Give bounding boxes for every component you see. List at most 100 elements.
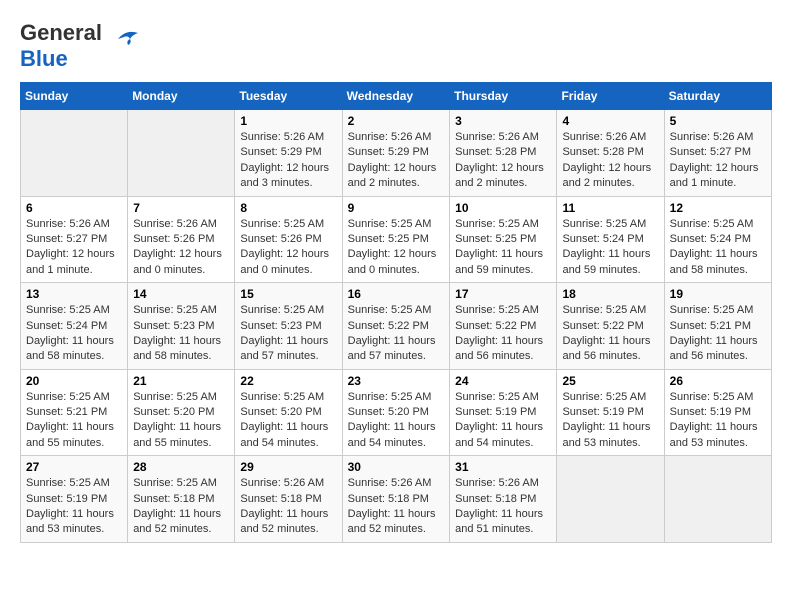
day-number: 13: [26, 287, 122, 301]
calendar-cell: 3Sunrise: 5:26 AM Sunset: 5:28 PM Daylig…: [450, 110, 557, 197]
day-info: Sunrise: 5:25 AM Sunset: 5:22 PM Dayligh…: [348, 303, 445, 365]
day-info: Sunrise: 5:26 AM Sunset: 5:18 PM Dayligh…: [455, 476, 551, 538]
day-info: Sunrise: 5:25 AM Sunset: 5:21 PM Dayligh…: [26, 390, 122, 452]
calendar-cell: 11Sunrise: 5:25 AM Sunset: 5:24 PM Dayli…: [557, 196, 664, 283]
calendar-cell: 9 Sunrise: 5:25 AM Sunset: 5:25 PM Daylig…: [342, 196, 450, 283]
day-info: Sunrise: 5:26 AM Sunset: 5:29 PM Dayligh…: [348, 130, 445, 192]
calendar-week-row: 1 Sunrise: 5:26 AM Sunset: 5:29 PM Daylig…: [21, 110, 772, 197]
day-number: 8: [240, 201, 336, 215]
calendar-cell: 14 Sunrise: 5:25 AM Sunset: 5:23 PM Dayli…: [128, 283, 235, 370]
calendar-cell: 30Sunrise: 5:26 AM Sunset: 5:18 PM Dayli…: [342, 456, 450, 543]
day-number: 20: [26, 374, 122, 388]
calendar-cell: 17 Sunrise: 5:25 AM Sunset: 5:22 PM Dayli…: [450, 283, 557, 370]
day-number: 2: [348, 114, 445, 128]
weekday-header-sunday: Sunday: [21, 83, 128, 110]
day-number: 22: [240, 374, 336, 388]
day-info: Sunrise: 5:25 AM Sunset: 5:25 PM Dayligh…: [455, 217, 551, 279]
calendar-cell: 21 Sunrise: 5:25 AM Sunset: 5:20 PM Dayli…: [128, 369, 235, 456]
day-info: Sunrise: 5:25 AM Sunset: 5:22 PM Dayligh…: [562, 303, 658, 365]
calendar-cell: 4 Sunrise: 5:26 AM Sunset: 5:28 PM Daylig…: [557, 110, 664, 197]
calendar-cell: 31 Sunrise: 5:26 AM Sunset: 5:18 PM Dayli…: [450, 456, 557, 543]
weekday-header-tuesday: Tuesday: [235, 83, 342, 110]
day-number: 16: [348, 287, 445, 301]
calendar-cell: 7Sunrise: 5:26 AM Sunset: 5:26 PM Daylig…: [128, 196, 235, 283]
day-number: 3: [455, 114, 551, 128]
calendar-week-row: 6 Sunrise: 5:26 AM Sunset: 5:27 PM Daylig…: [21, 196, 772, 283]
calendar-cell: 12Sunrise: 5:25 AM Sunset: 5:24 PM Dayli…: [664, 196, 771, 283]
day-number: 12: [670, 201, 766, 215]
weekday-header-saturday: Saturday: [664, 83, 771, 110]
day-info: Sunrise: 5:26 AM Sunset: 5:27 PM Dayligh…: [26, 217, 122, 279]
weekday-header-thursday: Thursday: [450, 83, 557, 110]
calendar-cell: 15Sunrise: 5:25 AM Sunset: 5:23 PM Dayli…: [235, 283, 342, 370]
day-info: Sunrise: 5:25 AM Sunset: 5:20 PM Dayligh…: [133, 390, 229, 452]
calendar-cell: 5 Sunrise: 5:26 AM Sunset: 5:27 PM Daylig…: [664, 110, 771, 197]
calendar-cell: 27 Sunrise: 5:25 AM Sunset: 5:19 PM Dayli…: [21, 456, 128, 543]
calendar-cell: 23 Sunrise: 5:25 AM Sunset: 5:20 PM Dayli…: [342, 369, 450, 456]
calendar-cell: 28Sunrise: 5:25 AM Sunset: 5:18 PM Dayli…: [128, 456, 235, 543]
day-number: 31: [455, 460, 551, 474]
weekday-header-monday: Monday: [128, 83, 235, 110]
calendar-cell: [21, 110, 128, 197]
logo: General Blue: [20, 20, 142, 72]
day-info: Sunrise: 5:26 AM Sunset: 5:29 PM Dayligh…: [240, 130, 336, 192]
day-info: Sunrise: 5:25 AM Sunset: 5:18 PM Dayligh…: [133, 476, 229, 538]
day-number: 15: [240, 287, 336, 301]
day-info: Sunrise: 5:25 AM Sunset: 5:24 PM Dayligh…: [26, 303, 122, 365]
day-info: Sunrise: 5:25 AM Sunset: 5:20 PM Dayligh…: [240, 390, 336, 452]
calendar-cell: 8Sunrise: 5:25 AM Sunset: 5:26 PM Daylig…: [235, 196, 342, 283]
day-info: Sunrise: 5:26 AM Sunset: 5:26 PM Dayligh…: [133, 217, 229, 279]
calendar-cell: 26 Sunrise: 5:25 AM Sunset: 5:19 PM Dayli…: [664, 369, 771, 456]
day-number: 27: [26, 460, 122, 474]
calendar-cell: 16 Sunrise: 5:25 AM Sunset: 5:22 PM Dayli…: [342, 283, 450, 370]
day-number: 17: [455, 287, 551, 301]
day-number: 25: [562, 374, 658, 388]
calendar-cell: 24 Sunrise: 5:25 AM Sunset: 5:19 PM Dayli…: [450, 369, 557, 456]
day-info: Sunrise: 5:25 AM Sunset: 5:19 PM Dayligh…: [26, 476, 122, 538]
day-number: 21: [133, 374, 229, 388]
day-info: Sunrise: 5:26 AM Sunset: 5:18 PM Dayligh…: [240, 476, 336, 538]
day-number: 26: [670, 374, 766, 388]
calendar-cell: 10 Sunrise: 5:25 AM Sunset: 5:25 PM Dayli…: [450, 196, 557, 283]
calendar-cell: [557, 456, 664, 543]
calendar-cell: 22 Sunrise: 5:25 AM Sunset: 5:20 PM Dayli…: [235, 369, 342, 456]
day-info: Sunrise: 5:25 AM Sunset: 5:19 PM Dayligh…: [670, 390, 766, 452]
weekday-header-wednesday: Wednesday: [342, 83, 450, 110]
calendar-week-row: 20 Sunrise: 5:25 AM Sunset: 5:21 PM Dayli…: [21, 369, 772, 456]
calendar-cell: [664, 456, 771, 543]
day-info: Sunrise: 5:25 AM Sunset: 5:21 PM Dayligh…: [670, 303, 766, 365]
calendar-cell: 1 Sunrise: 5:26 AM Sunset: 5:29 PM Daylig…: [235, 110, 342, 197]
day-info: Sunrise: 5:25 AM Sunset: 5:24 PM Dayligh…: [562, 217, 658, 279]
day-info: Sunrise: 5:25 AM Sunset: 5:20 PM Dayligh…: [348, 390, 445, 452]
day-number: 23: [348, 374, 445, 388]
day-info: Sunrise: 5:26 AM Sunset: 5:27 PM Dayligh…: [670, 130, 766, 192]
day-info: Sunrise: 5:25 AM Sunset: 5:23 PM Dayligh…: [133, 303, 229, 365]
calendar-cell: 25 Sunrise: 5:25 AM Sunset: 5:19 PM Dayli…: [557, 369, 664, 456]
day-info: Sunrise: 5:25 AM Sunset: 5:19 PM Dayligh…: [562, 390, 658, 452]
day-number: 4: [562, 114, 658, 128]
day-number: 10: [455, 201, 551, 215]
day-number: 24: [455, 374, 551, 388]
calendar-table: SundayMondayTuesdayWednesdayThursdayFrid…: [20, 82, 772, 543]
calendar-cell: 20 Sunrise: 5:25 AM Sunset: 5:21 PM Dayli…: [21, 369, 128, 456]
calendar-header: SundayMondayTuesdayWednesdayThursdayFrid…: [21, 83, 772, 110]
day-number: 19: [670, 287, 766, 301]
day-number: 30: [348, 460, 445, 474]
calendar-cell: 13 Sunrise: 5:25 AM Sunset: 5:24 PM Dayli…: [21, 283, 128, 370]
calendar-cell: [128, 110, 235, 197]
day-info: Sunrise: 5:25 AM Sunset: 5:19 PM Dayligh…: [455, 390, 551, 452]
day-number: 29: [240, 460, 336, 474]
calendar-week-row: 13 Sunrise: 5:25 AM Sunset: 5:24 PM Dayli…: [21, 283, 772, 370]
calendar-cell: 18Sunrise: 5:25 AM Sunset: 5:22 PM Dayli…: [557, 283, 664, 370]
day-number: 14: [133, 287, 229, 301]
day-number: 6: [26, 201, 122, 215]
day-info: Sunrise: 5:25 AM Sunset: 5:22 PM Dayligh…: [455, 303, 551, 365]
day-info: Sunrise: 5:25 AM Sunset: 5:25 PM Dayligh…: [348, 217, 445, 279]
calendar-cell: 6 Sunrise: 5:26 AM Sunset: 5:27 PM Daylig…: [21, 196, 128, 283]
day-number: 1: [240, 114, 336, 128]
day-info: Sunrise: 5:26 AM Sunset: 5:28 PM Dayligh…: [562, 130, 658, 192]
calendar-week-row: 27 Sunrise: 5:25 AM Sunset: 5:19 PM Dayli…: [21, 456, 772, 543]
day-number: 9: [348, 201, 445, 215]
calendar-cell: 2 Sunrise: 5:26 AM Sunset: 5:29 PM Daylig…: [342, 110, 450, 197]
day-number: 5: [670, 114, 766, 128]
